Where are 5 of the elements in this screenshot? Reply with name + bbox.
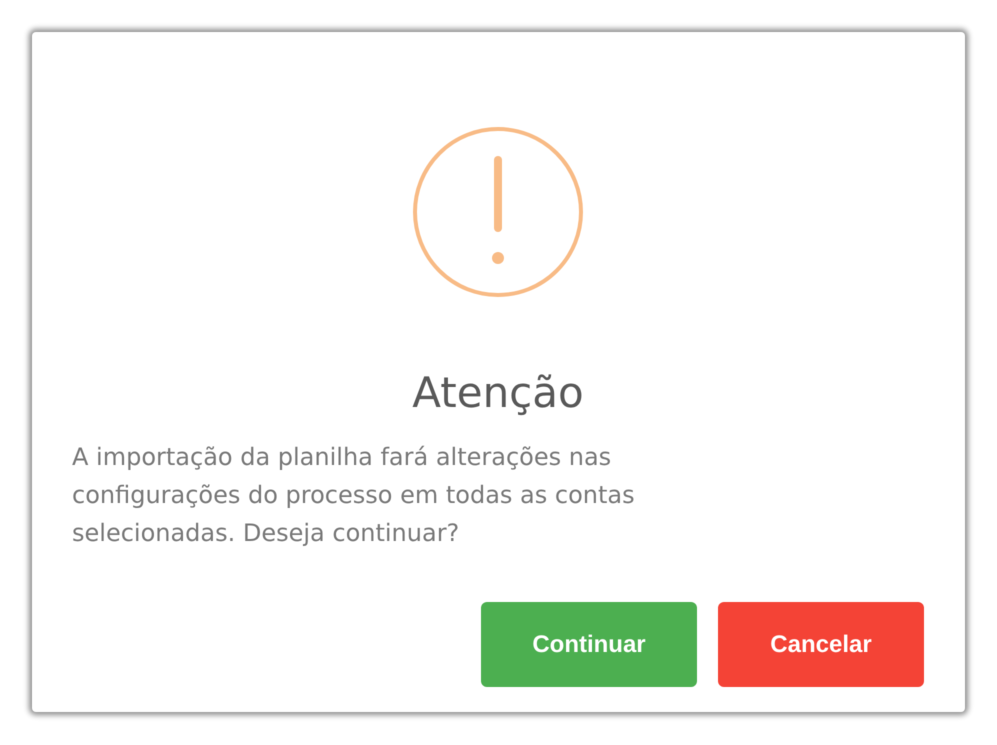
cancel-button[interactable]: Cancelar: [718, 602, 924, 688]
dialog-message: A importação da planilha fará alterações nas configurações do processo em todas as contas selecionadas. Deseja continuar?: [72, 442, 636, 550]
dialog-title: Atenção: [412, 368, 584, 418]
warning-icon: [412, 126, 584, 298]
continue-button[interactable]: Continuar: [481, 602, 697, 688]
